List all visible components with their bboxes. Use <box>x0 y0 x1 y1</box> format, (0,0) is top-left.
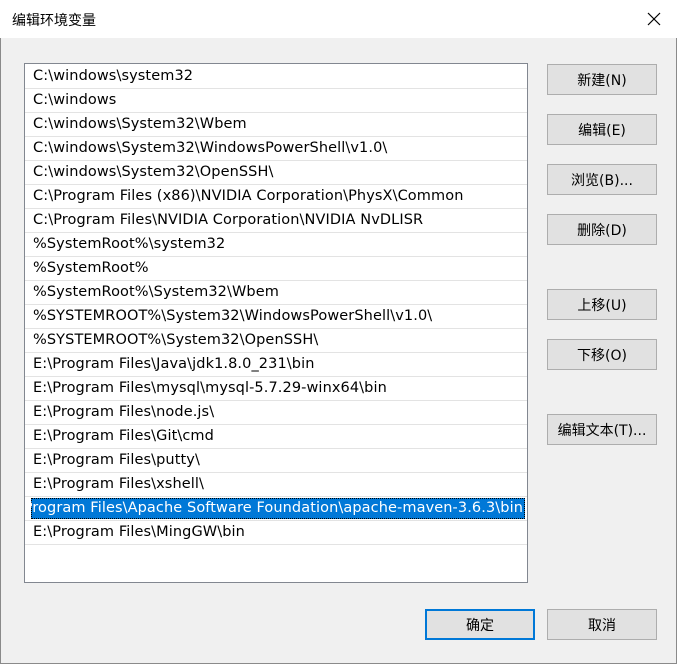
list-item[interactable]: %SYSTEMROOT%\System32\OpenSSH\ <box>25 329 527 353</box>
list-item[interactable]: %SystemRoot%\system32 <box>25 233 527 257</box>
ok-button[interactable]: 确定 <box>425 609 535 640</box>
list-item-text: %SYSTEMROOT%\System32\WindowsPowerShell\… <box>33 308 433 324</box>
list-item-text: C:\windows <box>33 92 117 108</box>
cancel-button[interactable]: 取消 <box>547 609 657 640</box>
list-item-text: C:\windows\System32\OpenSSH\ <box>33 164 274 180</box>
list-item-text: E:\Program Files\mysql\mysql-5.7.29-winx… <box>33 380 387 396</box>
list-item-text: C:\windows\System32\Wbem <box>33 116 247 132</box>
list-item-text: %SYSTEMROOT%\System32\OpenSSH\ <box>33 332 319 348</box>
list-item[interactable]: C:\windows <box>25 89 527 113</box>
list-item[interactable]: C:\Program Files (x86)\NVIDIA Corporatio… <box>25 185 527 209</box>
list-item-text: C:\Program Files (x86)\NVIDIA Corporatio… <box>33 188 464 204</box>
list-item-text: C:\Program Files\NVIDIA Corporation\NVID… <box>33 212 424 228</box>
move-down-button[interactable]: 下移(O) <box>547 339 657 370</box>
list-item-text: E:\Program Files\putty\ <box>33 452 200 468</box>
list-item-text: E:\Program Files\MingGW\bin <box>33 524 245 540</box>
title-bar[interactable]: 编辑环境变量 <box>0 0 677 38</box>
list-item-text: E:\Program Files\xshell\ <box>33 476 205 492</box>
delete-button[interactable]: 删除(D) <box>547 214 657 245</box>
list-item[interactable]: E:\Program Files\MingGW\bin <box>25 521 527 545</box>
list-item-text: %SystemRoot%\system32 <box>33 236 226 252</box>
list-item-selected[interactable]: Program Files\Apache Software Foundation… <box>25 497 527 521</box>
browse-button[interactable]: 浏览(B)... <box>547 164 657 195</box>
list-item[interactable]: C:\windows\system32 <box>25 65 527 89</box>
list-item-empty[interactable] <box>25 545 527 569</box>
list-item-text: %SystemRoot%\System32\Wbem <box>33 284 279 300</box>
move-up-button[interactable]: 上移(U) <box>547 289 657 320</box>
list-item[interactable]: E:\Program Files\Git\cmd <box>25 425 527 449</box>
list-item[interactable]: C:\windows\System32\OpenSSH\ <box>25 161 527 185</box>
list-item[interactable]: %SystemRoot%\System32\Wbem <box>25 281 527 305</box>
list-item-text: %SystemRoot% <box>33 260 149 276</box>
list-item-text: C:\windows\system32 <box>33 68 194 84</box>
list-item[interactable]: E:\Program Files\Java\jdk1.8.0_231\bin <box>25 353 527 377</box>
selection-highlight: Program Files\Apache Software Foundation… <box>31 498 525 519</box>
list-item-text: E:\Program Files\node.js\ <box>33 404 215 420</box>
edit-text-button[interactable]: 编辑文本(T)... <box>547 414 657 445</box>
close-button[interactable] <box>631 0 677 38</box>
list-item[interactable]: E:\Program Files\mysql\mysql-5.7.29-winx… <box>25 377 527 401</box>
list-item-text: C:\windows\System32\WindowsPowerShell\v1… <box>33 140 388 156</box>
list-item[interactable]: %SYSTEMROOT%\System32\WindowsPowerShell\… <box>25 305 527 329</box>
new-button[interactable]: 新建(N) <box>547 64 657 95</box>
list-item-text: E:\Program Files\Git\cmd <box>33 428 214 444</box>
path-list[interactable]: C:\windows\system32 C:\windows C:\window… <box>24 63 528 583</box>
list-item[interactable]: C:\windows\System32\WindowsPowerShell\v1… <box>25 137 527 161</box>
edit-button[interactable]: 编辑(E) <box>547 114 657 145</box>
list-item[interactable]: E:\Program Files\putty\ <box>25 449 527 473</box>
close-icon <box>647 12 661 26</box>
list-item[interactable]: %SystemRoot% <box>25 257 527 281</box>
window-title: 编辑环境变量 <box>12 13 96 29</box>
list-item[interactable]: C:\Program Files\NVIDIA Corporation\NVID… <box>25 209 527 233</box>
list-item[interactable]: C:\windows\System32\Wbem <box>25 113 527 137</box>
list-item-text: E:\Program Files\Java\jdk1.8.0_231\bin <box>33 356 315 372</box>
list-item[interactable]: E:\Program Files\xshell\ <box>25 473 527 497</box>
list-item[interactable]: E:\Program Files\node.js\ <box>25 401 527 425</box>
list-item-text: Program Files\Apache Software Foundation… <box>31 500 523 516</box>
